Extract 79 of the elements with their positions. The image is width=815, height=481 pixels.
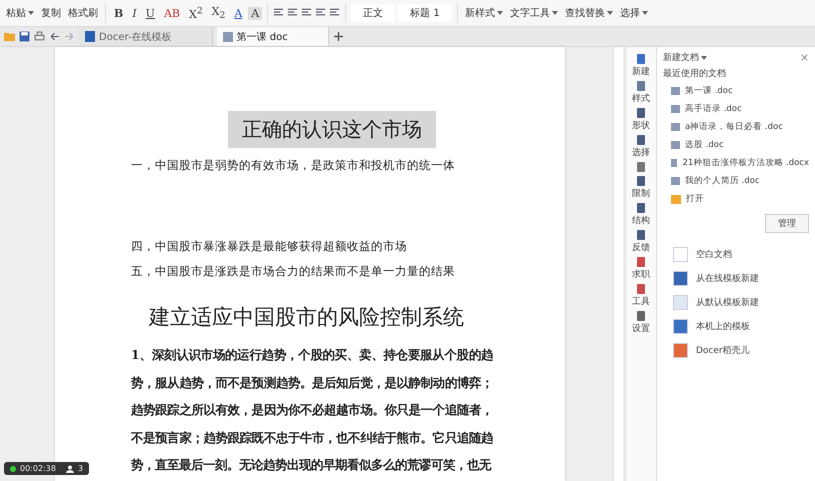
- print-icon[interactable]: [34, 31, 45, 42]
- align-icon[interactable]: [329, 8, 340, 18]
- add-tab-icon[interactable]: [332, 31, 344, 42]
- sidebar-icon[interactable]: [635, 161, 647, 173]
- align-icon[interactable]: [315, 8, 326, 18]
- format-button[interactable]: AB: [160, 6, 183, 20]
- sidebar-icon[interactable]: [635, 107, 647, 119]
- body-paragraph: 1、深刻认识市场的运行趋势，个股的买、卖、持仓要服从个股的趋势，服从趋势，而不是预测趋势。是后知后觉，是以静制动的博弈；趋势跟踪之所以有效，是因为你不必超越市场。你只是一个追随者，不是预言家；趋势跟踪既不忠于牛市，也不纠结于熊市。它只追随趋势，直至最后一刻。无论趋势出现的早期看似多么的荒谬可笑，也无: [131, 346, 493, 474]
- panel-title[interactable]: 新建文档: [663, 51, 707, 64]
- sidebar-label[interactable]: 求职: [632, 268, 650, 281]
- sidebar-icon[interactable]: [635, 175, 647, 187]
- new-document-option[interactable]: 空白文档: [673, 247, 809, 262]
- list-point: 一，中国股市是弱势的有效市场，是政策市和投机市的统一体: [131, 158, 456, 173]
- close-icon[interactable]: [800, 53, 809, 62]
- ribbon-button[interactable]: 复制: [39, 6, 63, 20]
- open-link[interactable]: 打开: [663, 190, 809, 208]
- recent-file[interactable]: 我的个人简历 .doc: [663, 172, 809, 190]
- sidebar-icon[interactable]: [635, 80, 647, 92]
- format-button[interactable]: A: [231, 6, 246, 20]
- caret-icon: [642, 11, 648, 16]
- format-button[interactable]: A: [248, 6, 262, 20]
- recent-file[interactable]: 高手语录 .doc: [663, 100, 809, 118]
- sidebar-label[interactable]: 形状: [632, 119, 650, 132]
- new-document-option[interactable]: 从默认模板新建: [673, 295, 809, 310]
- document-tab[interactable]: 第一课 doc: [216, 27, 329, 46]
- person-icon: [66, 464, 74, 472]
- align-icon[interactable]: [287, 8, 298, 18]
- sidebar-icon[interactable]: [635, 202, 647, 214]
- style-preset[interactable]: 标题 1: [398, 4, 452, 22]
- recent-file[interactable]: a神语录，每日必看 .doc: [663, 118, 809, 136]
- caret-icon: [552, 11, 558, 16]
- format-button[interactable]: X$_{2}$: [208, 4, 228, 22]
- undo-icon[interactable]: [49, 31, 60, 42]
- toolbar-button[interactable]: 新样式: [462, 6, 505, 20]
- format-button[interactable]: I: [129, 6, 140, 20]
- section-heading: 建立适应中国股市的风险控制系统: [149, 304, 465, 331]
- list-point: 五，中国股市是涨跌是市场合力的结果而不是单一力量的结果: [131, 264, 456, 279]
- recent-file[interactable]: 选股 .doc: [663, 136, 809, 154]
- toolbar-button[interactable]: 选择: [618, 6, 650, 20]
- sidebar-label[interactable]: 限制: [632, 187, 650, 200]
- format-button[interactable]: X$^{2}$: [186, 5, 206, 21]
- sidebar-label[interactable]: 工具: [632, 295, 650, 308]
- sidebar-icon[interactable]: [635, 310, 647, 322]
- sidebar-label[interactable]: 结构: [632, 214, 650, 227]
- style-preset[interactable]: 正文: [351, 4, 396, 22]
- recording-badge: 00:02:38 3: [4, 462, 90, 475]
- sidebar-label[interactable]: 反馈: [632, 241, 650, 254]
- new-document-option[interactable]: Docer稻壳儿: [673, 343, 809, 358]
- sidebar-icon[interactable]: [635, 134, 647, 146]
- align-icon[interactable]: [301, 8, 312, 18]
- sidebar-icon[interactable]: [635, 283, 647, 295]
- caret-icon: [701, 56, 707, 60]
- save-icon[interactable]: [19, 31, 30, 42]
- sidebar-icon[interactable]: [635, 229, 647, 241]
- caret-icon: [496, 11, 503, 16]
- new-document-option[interactable]: 本机上的模板: [673, 319, 809, 334]
- format-button[interactable]: U: [142, 6, 158, 20]
- ribbon-button[interactable]: 格式刷: [66, 6, 100, 20]
- sidebar-label[interactable]: 样式: [632, 92, 650, 105]
- align-icon[interactable]: [273, 8, 284, 18]
- recent-file[interactable]: 21种狙击涨停板方法攻略 .docx: [663, 154, 809, 172]
- document-title: 正确的认识这个市场: [228, 111, 436, 148]
- sidebar-label[interactable]: 选择: [632, 146, 650, 159]
- list-point: 四，中国股市暴涨暴跌是最能够获得超额收益的市场: [131, 239, 408, 254]
- manage-button[interactable]: 管理: [765, 214, 809, 233]
- sidebar-icon[interactable]: [635, 256, 647, 268]
- ribbon-button[interactable]: 粘贴: [4, 6, 36, 20]
- sidebar-icon[interactable]: [635, 53, 647, 65]
- scrollbar[interactable]: [613, 47, 623, 481]
- sidebar-label[interactable]: 新建: [632, 65, 650, 78]
- document-tab[interactable]: Docer-在线模板: [79, 27, 213, 46]
- new-document-option[interactable]: 从在线模板新建: [673, 271, 809, 286]
- toolbar-button[interactable]: 文字工具: [508, 6, 560, 20]
- caret-icon: [606, 11, 613, 16]
- format-button[interactable]: B: [111, 6, 126, 20]
- toolbar-button[interactable]: 查找替换: [562, 6, 615, 20]
- recent-file[interactable]: 第一课 .doc: [663, 82, 809, 100]
- section-label: 最近使用的文档: [663, 68, 727, 80]
- sidebar-label[interactable]: 设置: [632, 322, 650, 335]
